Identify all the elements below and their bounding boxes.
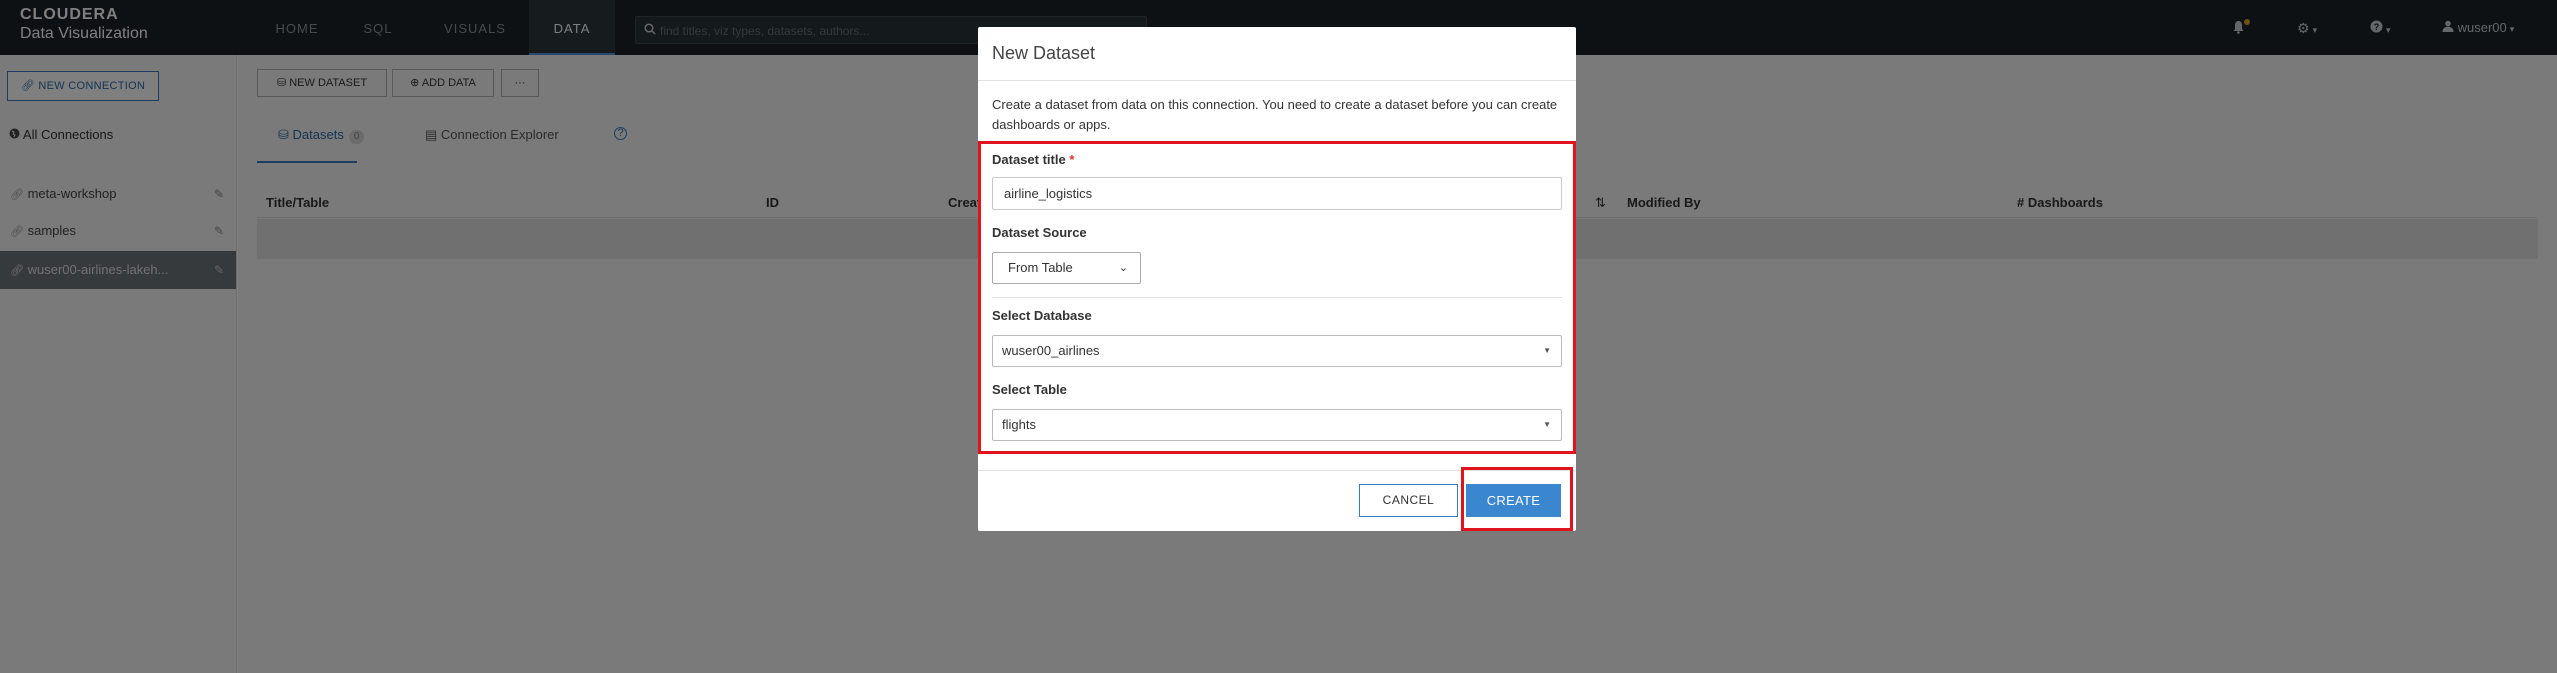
create-button-highlight-box xyxy=(1461,467,1573,531)
form-fields-highlight-box xyxy=(978,141,1576,454)
dialog-title: New Dataset xyxy=(992,43,1096,63)
dialog-divider xyxy=(978,80,1576,81)
cancel-button[interactable]: CANCEL xyxy=(1359,484,1458,517)
dialog-description: Create a dataset from data on this conne… xyxy=(992,97,1558,132)
